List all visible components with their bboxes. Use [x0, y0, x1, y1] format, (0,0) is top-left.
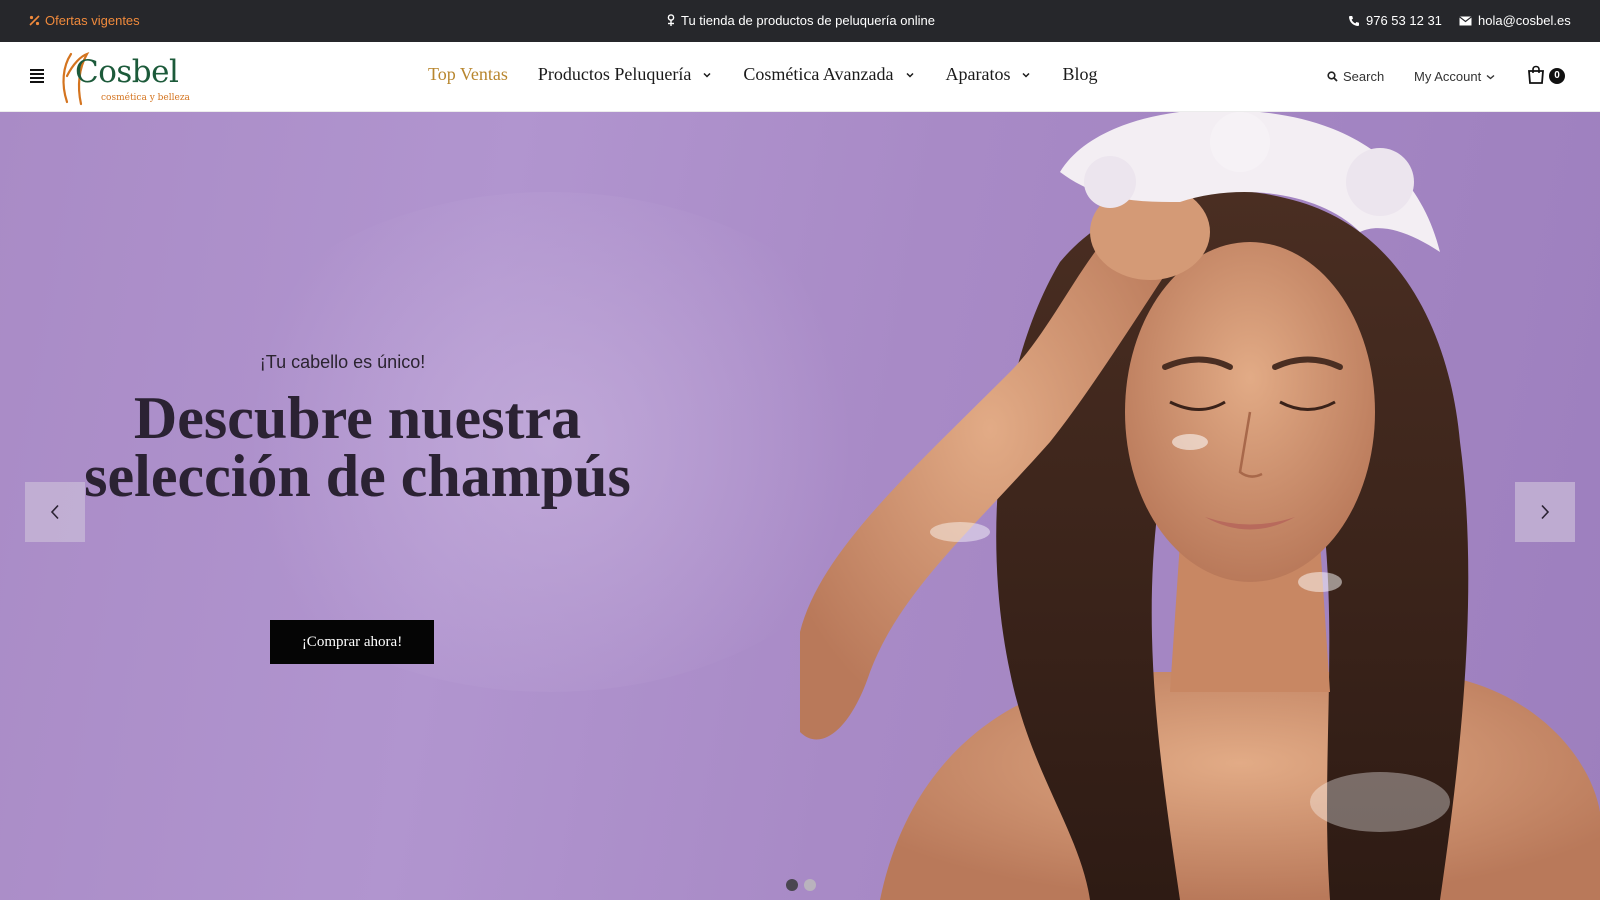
nav-item-aparatos[interactable]: Aparatos: [946, 64, 1031, 85]
envelope-icon: [1459, 15, 1472, 25]
phone-number: 976 53 12 31: [1366, 13, 1442, 28]
chevron-down-icon: [703, 72, 711, 78]
account-label: My Account: [1414, 69, 1482, 84]
hero-headline-line-2: selección de champús: [84, 443, 631, 509]
chevron-down-icon: [905, 72, 914, 78]
search-label: Search: [1343, 69, 1385, 84]
nav-item-cosmetica-avanzada[interactable]: Cosmética Avanzada: [743, 64, 914, 85]
cart-button[interactable]: 0: [1526, 65, 1566, 87]
logo-tagline: cosmética y belleza: [101, 93, 190, 103]
slider-prev-button[interactable]: [25, 482, 85, 542]
logo-wordmark: Cosbel: [75, 54, 179, 90]
chevron-right-icon: [1541, 504, 1550, 520]
chevron-down-icon: [1022, 72, 1031, 78]
main-nav: Top Ventas Productos Peluquería Cosmétic…: [428, 64, 1098, 85]
email-link[interactable]: hola@cosbel.es: [1459, 13, 1571, 28]
nav-label: Top Ventas: [428, 64, 508, 84]
hero-woman-shampoo-image: [800, 112, 1600, 900]
shopping-bag-icon: [1528, 65, 1544, 84]
nav-label: Blog: [1062, 64, 1098, 84]
tagline-text: Tu tienda de productos de peluquería onl…: [681, 13, 935, 28]
phone-link[interactable]: 976 53 12 31: [1348, 13, 1442, 28]
nav-item-blog[interactable]: Blog: [1062, 64, 1097, 85]
slider-pagination: [786, 879, 816, 891]
slider-dot-2[interactable]: [804, 879, 816, 891]
nav-label: Cosmética Avanzada: [743, 64, 894, 84]
cart-count-badge: 0: [1549, 68, 1565, 84]
offers-label: Ofertas vigentes: [45, 13, 140, 28]
hero-headline: Descubre nuestra selección de champús: [80, 388, 635, 506]
chevron-down-icon: [1486, 74, 1495, 79]
chevron-left-icon: [50, 504, 59, 520]
nav-label: Aparatos: [945, 64, 1011, 84]
nav-item-top-ventas[interactable]: Top Ventas: [428, 64, 508, 85]
hero-headline-line-1: Descubre nuestra: [133, 385, 582, 451]
nav-item-productos-peluqueria[interactable]: Productos Peluquería: [538, 64, 711, 85]
logo[interactable]: Cosbel cosmética y belleza: [57, 46, 197, 110]
nav-label: Productos Peluquería: [537, 64, 692, 84]
main-header: Cosbel cosmética y belleza Top Ventas Pr…: [0, 42, 1600, 112]
email-address: hola@cosbel.es: [1478, 13, 1571, 28]
top-bar: Ofertas vigentes Tu tienda de productos …: [0, 0, 1600, 42]
offers-link[interactable]: Ofertas vigentes: [29, 13, 140, 28]
search-button[interactable]: Search: [1327, 69, 1384, 84]
hero-eyebrow: ¡Tu cabello es único!: [259, 352, 426, 372]
phone-icon: [1349, 15, 1359, 26]
search-icon: [1327, 71, 1338, 82]
slider-next-button[interactable]: [1515, 482, 1575, 542]
shop-now-button[interactable]: ¡Comprar ahora!: [270, 620, 434, 664]
person-icon: [667, 14, 675, 26]
store-tagline: Tu tienda de productos de peluquería onl…: [666, 13, 935, 28]
hero-slider: ¡Tu cabello es único! Descubre nuestra s…: [0, 112, 1600, 900]
percent-icon: [29, 15, 40, 26]
slider-dot-1[interactable]: [786, 879, 798, 891]
account-menu[interactable]: My Account: [1414, 69, 1495, 84]
menu-icon[interactable]: [30, 69, 44, 83]
